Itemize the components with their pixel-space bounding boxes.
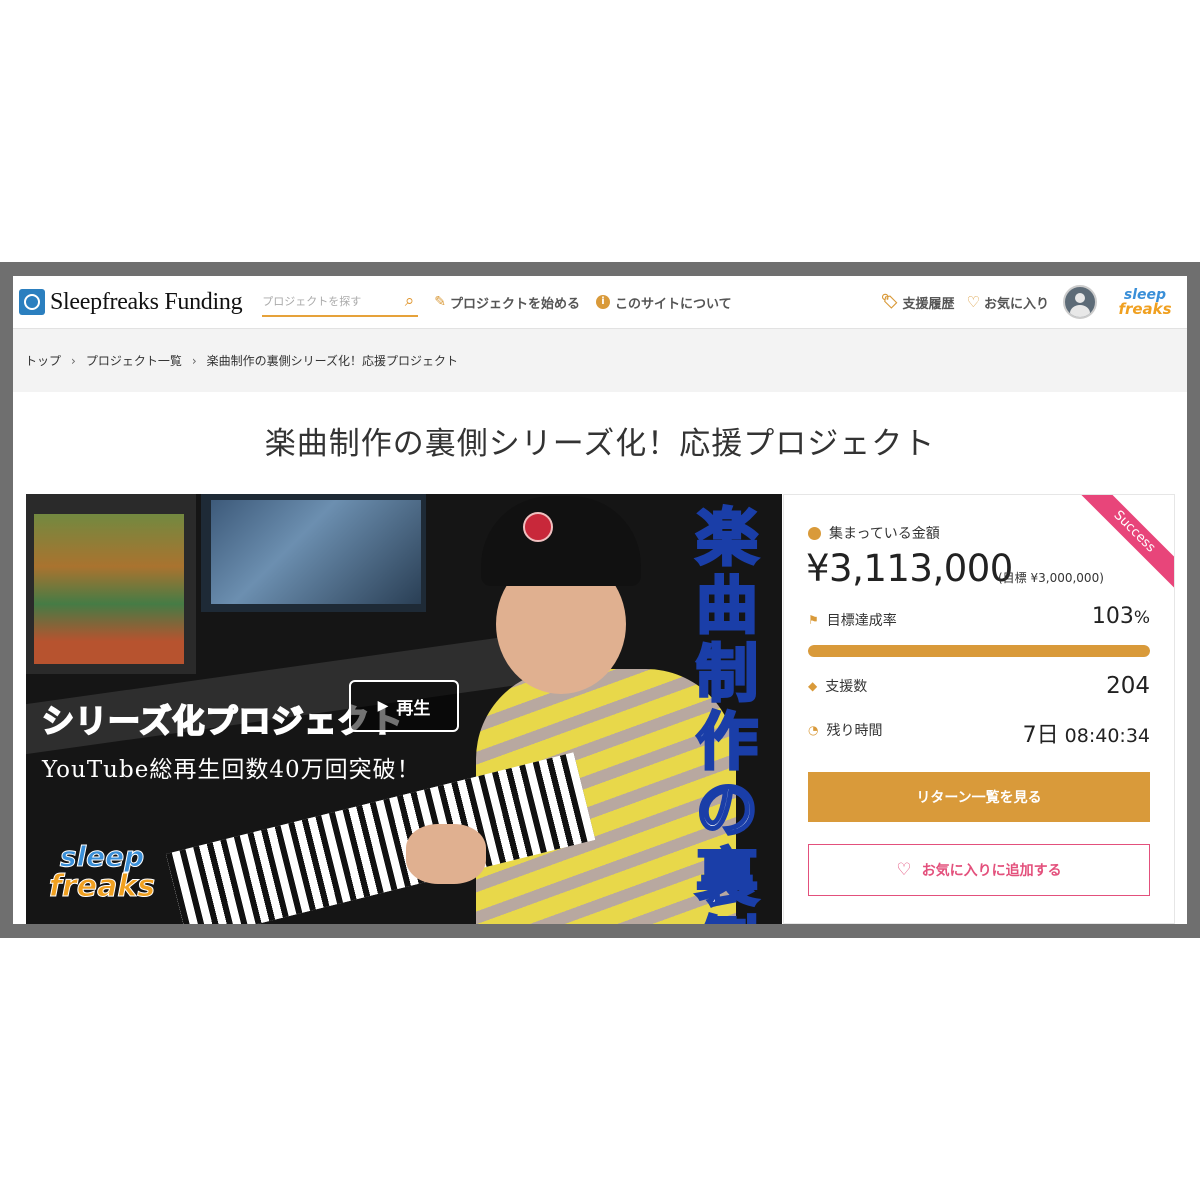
nav-history-label: 支援履歴 [902, 296, 955, 312]
backers-label-text: 支援数 [825, 679, 868, 695]
breadcrumb-separator-icon: › [191, 353, 197, 368]
nav-start-project[interactable]: ✎ プロジェクトを始める [434, 293, 580, 312]
view-returns-button[interactable]: リターン一覧を見る [808, 772, 1150, 822]
project-video[interactable]: シリーズ化プロジェクト YouTube総再生回数40万回突破！ ▶ 再生 楽曲制… [26, 494, 782, 924]
search-icon[interactable]: ⌕ [405, 291, 415, 311]
info-icon: i [596, 295, 611, 309]
sleepfreaks-header-logo[interactable]: sleep freaks [1115, 282, 1175, 322]
time-label-text: 残り時間 [826, 723, 883, 739]
page-title: 楽曲制作の裏側シリーズ化！応援プロジェクト [264, 426, 936, 462]
site-header: Sleepfreaks Funding ⌕ ✎ プロジェクトを始める i このサ… [13, 276, 1187, 329]
header-right-nav: 🏷︎ 支援履歴 ♡ お気に入り sleep freaks [865, 282, 1187, 322]
raised-amount: ¥3,113,000 [806, 547, 1013, 590]
add-favorite-button[interactable]: ♡ お気に入りに追加する [808, 844, 1150, 896]
funding-stats-panel: Success 集まっている金額 ¥3,113,000 (目標 ¥3,000,0… [783, 494, 1175, 924]
nav-history[interactable]: 🏷︎ 支援履歴 [881, 293, 955, 312]
beanie-badge-icon [523, 512, 553, 542]
goal-amount: (目標 ¥3,000,000) [998, 571, 1104, 585]
nav-favorites[interactable]: ♡ お気に入り [967, 293, 1049, 312]
rate-unit: % [1133, 608, 1150, 628]
video-logo-line1: sleep [59, 840, 145, 873]
video-overlay-subtitle: YouTube総再生回数40万回突破！ [42, 757, 421, 783]
play-label: 再生 [396, 698, 431, 719]
search-input[interactable] [262, 294, 383, 308]
video-vertical-title: 楽曲制作の裏側 [694, 501, 759, 924]
clock-icon: ◔ [808, 723, 819, 737]
achievement-rate: 103% [1092, 604, 1150, 629]
browser-viewport: Sleepfreaks Funding ⌕ ✎ プロジェクトを始める i このサ… [13, 276, 1187, 924]
header-logo-line2: freaks [1118, 300, 1172, 318]
pencil-icon: ✎ [434, 294, 446, 310]
person-hands [406, 824, 486, 884]
brand-name: Sleepfreaks Funding [50, 288, 243, 315]
progress-bar [808, 645, 1150, 657]
breadcrumb-projects[interactable]: プロジェクト一覧 [86, 352, 182, 369]
play-icon: ▶ [377, 698, 389, 714]
breadcrumb-home[interactable]: トップ [25, 352, 61, 369]
time-remaining: 7日 08:40:34 [1023, 717, 1150, 749]
time-days: 7日 [1022, 723, 1059, 748]
daw-screen-right [211, 500, 421, 604]
site-logo[interactable]: Sleepfreaks Funding [19, 288, 243, 316]
nav-favorites-label: お気に入り [983, 296, 1049, 312]
raised-label-text: 集まっている金額 [829, 526, 940, 542]
nav-start-label: プロジェクトを始める [450, 296, 581, 312]
tag-icon: ◆ [808, 679, 818, 693]
add-favorite-label: お気に入りに追加する [921, 863, 1062, 879]
backers-count: 204 [1106, 673, 1150, 699]
play-button[interactable]: ▶ 再生 [349, 680, 459, 732]
person-beanie [481, 496, 641, 586]
rate-label-text: 目標達成率 [826, 613, 897, 629]
breadcrumb: トップ › プロジェクト一覧 › 楽曲制作の裏側シリーズ化！応援プロジェクト [25, 352, 458, 369]
sleepfreaks-video-logo: sleep freaks [42, 840, 162, 912]
progress-bar-fill [808, 645, 1150, 657]
breadcrumb-separator-icon: › [71, 353, 76, 368]
user-avatar-icon[interactable] [1063, 285, 1097, 319]
coin-icon [808, 526, 821, 540]
heart-outline-icon: ♡ [966, 293, 980, 311]
time-label: ◔ 残り時間 [808, 720, 882, 740]
nav-about[interactable]: i このサイトについて [596, 293, 732, 312]
heart-outline-icon: ♡ [896, 860, 912, 880]
daw-screen-left [34, 514, 184, 664]
flag-icon: ⚑ [808, 613, 819, 627]
raised-label: 集まっている金額 [808, 523, 940, 543]
search-box[interactable]: ⌕ [262, 287, 419, 317]
breadcrumb-current: 楽曲制作の裏側シリーズ化！応援プロジェクト [206, 354, 459, 368]
time-clock: 08:40:34 [1064, 725, 1150, 747]
rate-value: 103 [1091, 604, 1134, 629]
backers-label: ◆ 支援数 [808, 676, 867, 696]
logo-emblem-icon [19, 289, 45, 315]
project-content: 楽曲制作の裏側シリーズ化！応援プロジェクト シリーズ化プロジェクト YouTub… [13, 392, 1187, 924]
rate-label: ⚑ 目標達成率 [808, 610, 897, 630]
video-logo-line2: freaks [48, 869, 156, 904]
nav-about-label: このサイトについて [615, 296, 732, 312]
tag-icon: 🏷︎ [880, 294, 899, 310]
